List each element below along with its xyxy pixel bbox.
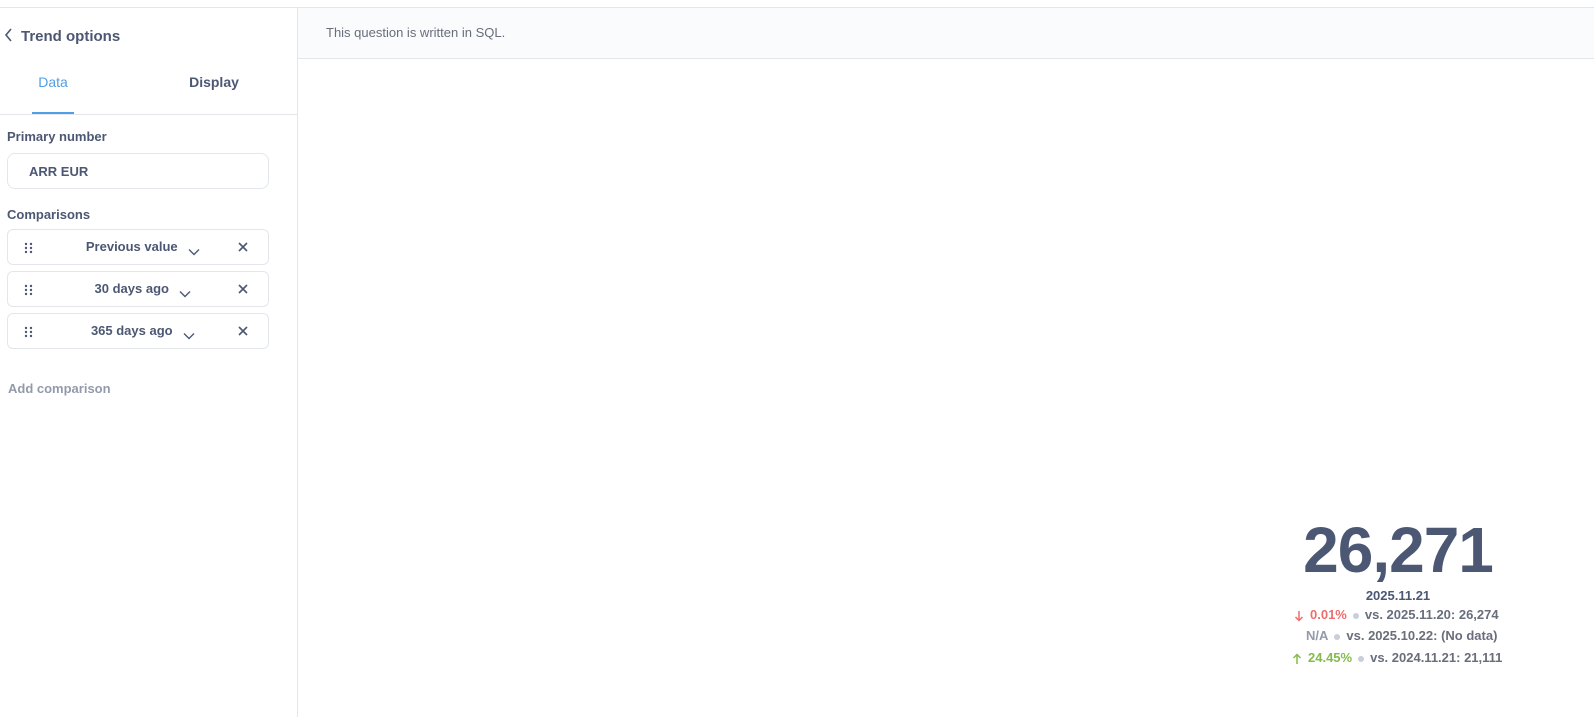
- arrow-down-icon: [1294, 610, 1304, 622]
- add-comparison-button[interactable]: Add comparison: [8, 381, 111, 396]
- comparison-select-30-days-ago[interactable]: 30 days ago: [48, 272, 238, 306]
- trend-comparison-text: vs. 2025.11.20: 26,274: [1364, 607, 1499, 622]
- comparison-select-previous-value[interactable]: Previous value: [48, 230, 238, 264]
- sql-banner: This question is written in SQL.: [298, 8, 1594, 59]
- comparison-select-label: Previous value: [85, 239, 178, 254]
- comparison-item: 365 days ago: [7, 313, 269, 349]
- trend-comparison-row: 0.01% vs. 2025.11.20: 26,274: [1294, 607, 1499, 622]
- back-chevron-icon[interactable]: [4, 28, 18, 46]
- drag-handle-icon[interactable]: [24, 283, 34, 296]
- comparison-select-365-days-ago[interactable]: 365 days ago: [48, 314, 238, 348]
- trend-comparison-text: vs. 2025.10.22: (No data): [1346, 628, 1498, 643]
- primary-number-value: ARR EUR: [29, 164, 89, 179]
- sidebar-tabs: Data Display: [0, 64, 297, 115]
- sidebar-header: Trend options: [0, 8, 297, 56]
- visualization-area: This question is written in SQL. 26,271 …: [298, 8, 1594, 717]
- trend-change-value: 24.45%: [1308, 650, 1353, 665]
- trend-date: 2025.11.21: [1365, 588, 1431, 603]
- primary-number-select[interactable]: ARR EUR: [7, 153, 269, 189]
- sidebar-title[interactable]: Trend options: [21, 28, 120, 45]
- comparison-item: 30 days ago: [7, 271, 269, 307]
- remove-comparison-button[interactable]: [236, 240, 250, 254]
- tab-display[interactable]: Display: [186, 74, 242, 114]
- trend-options-sidebar: Trend options Data Display Primary numbe…: [0, 8, 298, 717]
- drag-handle-icon[interactable]: [24, 325, 34, 338]
- drag-handle-icon[interactable]: [24, 241, 34, 254]
- chevron-down-icon: [183, 327, 195, 340]
- separator-dot: [1334, 633, 1341, 640]
- tab-data[interactable]: Data: [30, 74, 76, 114]
- comparison-select-label: 365 days ago: [90, 323, 173, 338]
- trend-comparison-row: N/A vs. 2025.10.22: (No data): [1306, 628, 1497, 643]
- trend-comparison-text: vs. 2024.11.21: 21,111: [1370, 650, 1503, 665]
- comparison-select-label: 30 days ago: [94, 281, 169, 296]
- trend-change-value: N/A: [1306, 628, 1329, 643]
- trend-comparison-row: 24.45% vs. 2024.11.21: 21,111: [1292, 650, 1502, 665]
- sql-banner-message: This question is written in SQL.: [326, 25, 506, 40]
- separator-dot: [1358, 655, 1365, 662]
- separator-dot: [1352, 612, 1359, 619]
- arrow-up-icon: [1292, 653, 1302, 665]
- comparison-item: Previous value: [7, 229, 269, 265]
- trend-change-value: 0.01%: [1310, 607, 1347, 622]
- remove-comparison-button[interactable]: [236, 282, 250, 296]
- chevron-down-icon: [188, 243, 200, 256]
- primary-number-label: Primary number: [7, 129, 107, 144]
- chevron-down-icon: [179, 285, 191, 298]
- remove-comparison-button[interactable]: [236, 324, 250, 338]
- comparisons-label: Comparisons: [7, 207, 91, 222]
- trend-primary-value: 26,271: [1303, 514, 1494, 586]
